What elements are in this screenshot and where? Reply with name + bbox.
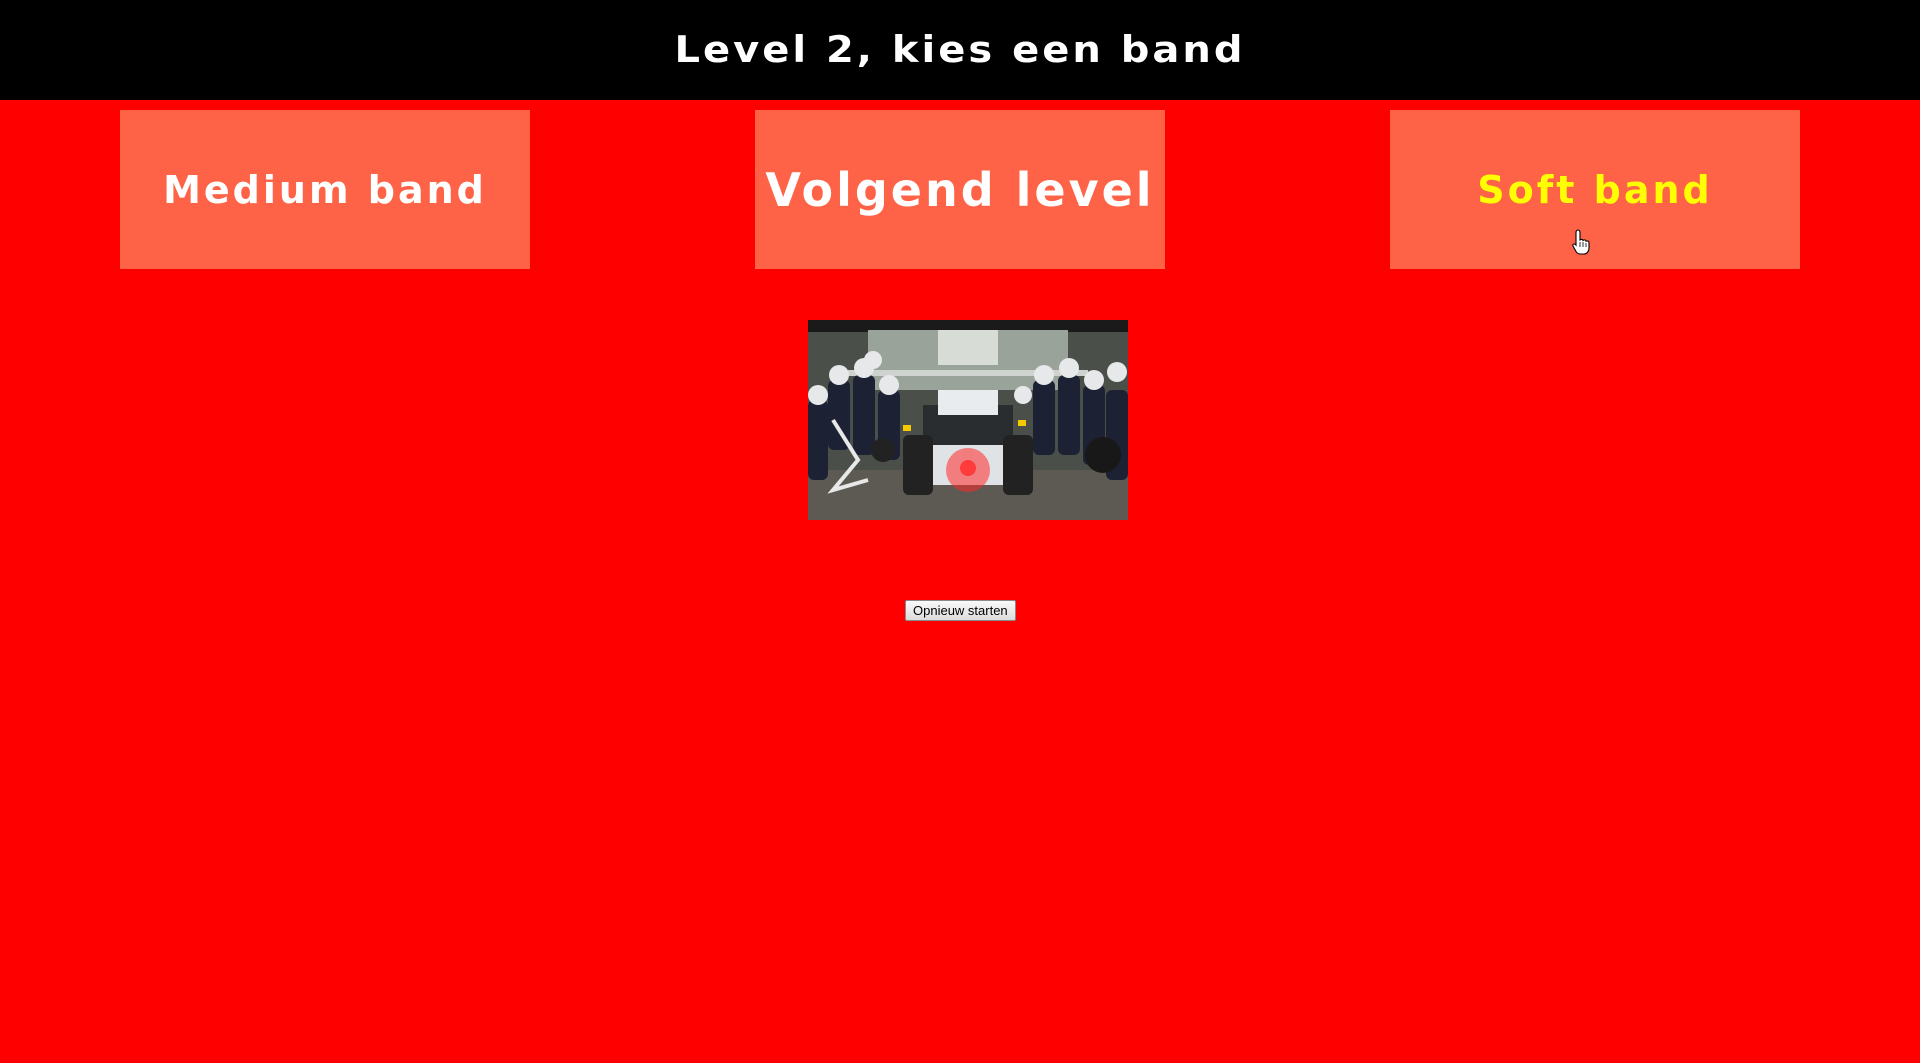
page-header: Level 2, kies een band <box>0 0 1920 100</box>
next-level-label: Volgend level <box>765 162 1155 217</box>
next-level-button[interactable]: Volgend level <box>755 110 1165 269</box>
restart-button[interactable]: Opnieuw starten <box>905 600 1016 621</box>
pit-stop-photo <box>808 320 1128 520</box>
hand-pointer-icon <box>1572 229 1590 255</box>
soft-band-label: Soft band <box>1477 167 1713 212</box>
page-title: Level 2, kies een band <box>674 28 1246 72</box>
medium-band-button[interactable]: Medium band <box>120 110 530 269</box>
medium-band-label: Medium band <box>163 167 487 212</box>
soft-band-button[interactable]: Soft band <box>1390 110 1800 269</box>
